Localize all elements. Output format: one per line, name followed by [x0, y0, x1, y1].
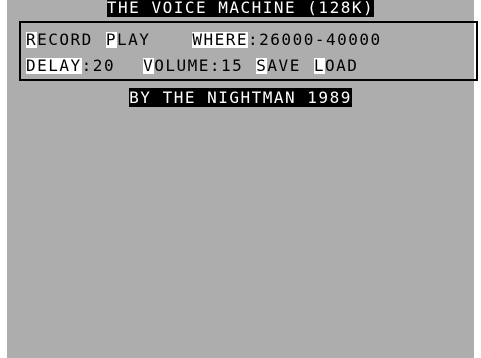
- menu-row-2: DELAY:20 VOLUME:15 SAVE LOAD: [26, 57, 358, 75]
- load-label: OAD: [324, 56, 359, 75]
- save-label: AVE: [267, 56, 301, 75]
- record-hotkey: R: [26, 30, 38, 49]
- where-value: :26000-40000: [248, 30, 382, 49]
- menu-panel: RECORD PLAY WHERE:26000-40000 DELAY:20 VOLU…: [19, 21, 478, 81]
- where-hotkey: WHERE: [192, 30, 249, 49]
- spectrum-screen: THE VOICE MACHINE (128K) RECORD PLAY WHERE…: [7, 0, 478, 358]
- save-hotkey: S: [256, 56, 268, 75]
- play-label: LAY: [116, 30, 151, 49]
- load-option[interactable]: LOAD: [313, 56, 359, 75]
- delay-option[interactable]: DELAY:20: [26, 58, 115, 74]
- volume-hotkey: V: [143, 56, 155, 75]
- credit-text: BY THE NIGHTMAN 1989: [129, 88, 352, 107]
- credit-line: BY THE NIGHTMAN 1989: [7, 88, 474, 107]
- delay-hotkey: DELAY: [26, 56, 82, 75]
- program-title: THE VOICE MACHINE (128K): [7, 0, 474, 17]
- volume-value: OLUME:15: [154, 56, 244, 75]
- save-option[interactable]: SAVE: [256, 58, 301, 74]
- program-title-text: THE VOICE MACHINE (128K): [106, 0, 375, 17]
- play-hotkey: P: [105, 30, 117, 49]
- load-hotkey: L: [313, 56, 325, 75]
- play-option[interactable]: PLAY: [105, 30, 151, 49]
- menu-row-1: RECORD PLAY WHERE:26000-40000: [26, 31, 382, 49]
- record-option[interactable]: RECORD: [26, 32, 93, 48]
- where-option[interactable]: WHERE:26000-40000: [192, 32, 381, 48]
- volume-option[interactable]: VOLUME:15: [143, 58, 243, 74]
- delay-value: :20: [81, 56, 116, 75]
- record-label: ECORD: [37, 30, 93, 49]
